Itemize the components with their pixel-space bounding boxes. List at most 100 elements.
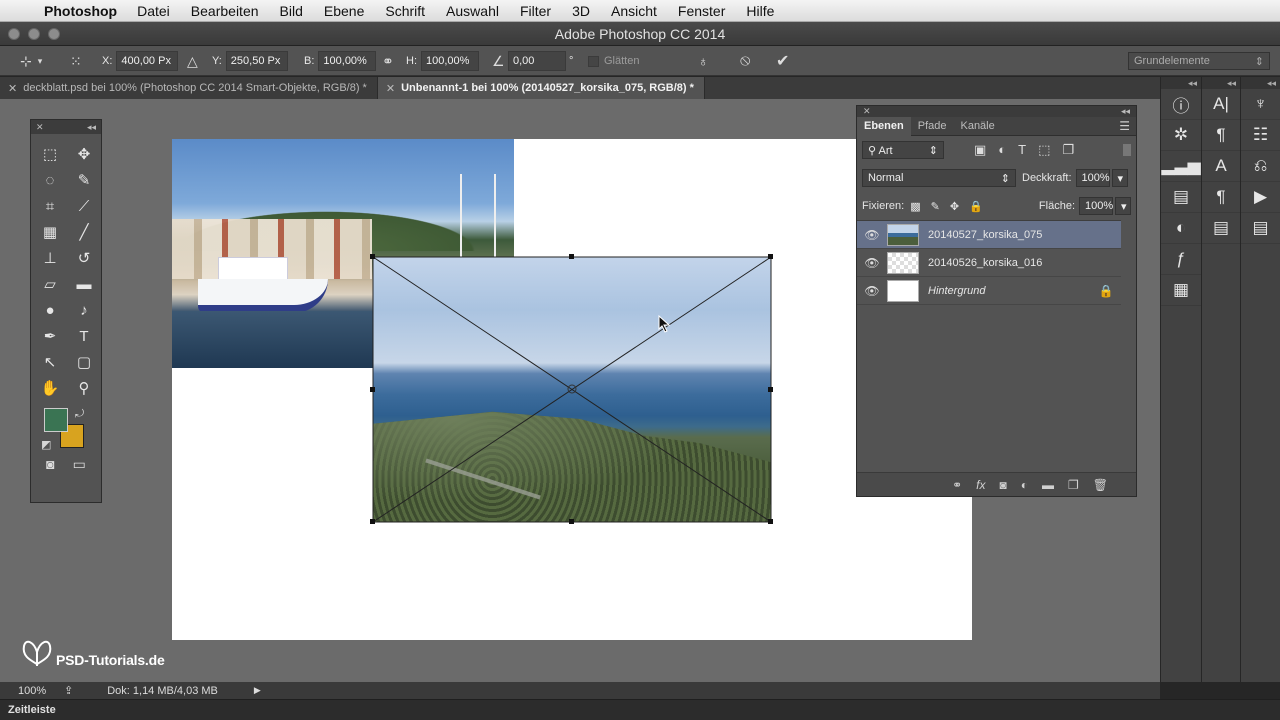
timeline-play-icon[interactable]: ▶: [1241, 182, 1280, 213]
visibility-eye-icon[interactable]: 👁: [857, 256, 887, 270]
healing-icon[interactable]: ▦: [35, 222, 65, 242]
zoom-level[interactable]: 100%: [18, 685, 60, 697]
tab-kanaele[interactable]: Kanäle: [953, 117, 1001, 136]
styles-icon[interactable]: ƒ: [1161, 244, 1201, 275]
filter-shape-icon[interactable]: ⬚: [1038, 142, 1050, 158]
reference-point-icon[interactable]: ⁙: [70, 46, 82, 76]
panel-menu-icon[interactable]: ☰: [1119, 119, 1136, 133]
menu-datei[interactable]: Datei: [137, 3, 170, 19]
lock-pixels-icon[interactable]: ✎: [931, 200, 940, 213]
close-panel-icon[interactable]: ✕: [36, 122, 44, 133]
tab-pfade[interactable]: Pfade: [911, 117, 954, 136]
link-layers-icon[interactable]: ⚭: [952, 478, 962, 492]
layer-row[interactable]: 👁 20140526_korsika_016: [857, 249, 1121, 277]
histogram-icon[interactable]: ▂▃▅: [1161, 151, 1201, 182]
cancel-transform-icon[interactable]: ⦸: [740, 46, 750, 76]
swatches-grid-icon[interactable]: ▦: [1161, 275, 1201, 306]
filter-smart-object-icon[interactable]: ❐: [1062, 142, 1074, 158]
opacity-field[interactable]: 100%: [1075, 169, 1110, 187]
paragraph-icon[interactable]: ¶: [1202, 120, 1240, 151]
brush-preset-icon[interactable]: ♆: [1241, 89, 1280, 120]
doc-tab-unbenannt[interactable]: ✕ Unbenannt-1 bei 100% (20140527_korsika…: [377, 77, 705, 99]
layer-comps-icon[interactable]: ▤: [1161, 182, 1201, 213]
collapse-panel-icon[interactable]: ◂◂: [1121, 106, 1130, 117]
layer-row[interactable]: 👁 20140527_korsika_075: [857, 221, 1121, 249]
status-menu-arrow-icon[interactable]: ▶: [254, 685, 261, 696]
filter-kind-select[interactable]: ⚲ Art ⇕: [862, 141, 944, 159]
pen-icon[interactable]: ✒: [35, 326, 65, 346]
link-icon[interactable]: ⚭: [382, 46, 394, 76]
brush-icon[interactable]: ╱: [69, 222, 99, 242]
lock-all-icon[interactable]: 🔒: [969, 200, 983, 213]
blend-mode-select[interactable]: Normal ⇕: [862, 169, 1016, 187]
share-icon[interactable]: ⇪: [64, 684, 73, 697]
blur-icon[interactable]: ●: [35, 300, 65, 320]
timeline-panel-bar[interactable]: Zeitleiste: [0, 699, 1280, 720]
path-select-icon[interactable]: ↖: [35, 352, 65, 372]
menu-schrift[interactable]: Schrift: [385, 3, 425, 19]
zoom-icon[interactable]: ⚲: [69, 378, 99, 398]
collapse-dock-icon[interactable]: ◂◂: [1161, 77, 1201, 89]
paragraph-styles-icon[interactable]: ¶: [1202, 182, 1240, 213]
eraser-icon[interactable]: ▱: [35, 274, 65, 294]
layer-name[interactable]: 20140526_korsika_016: [928, 257, 1121, 269]
move-icon[interactable]: ✥: [69, 144, 99, 164]
shape-icon[interactable]: ▢: [69, 352, 99, 372]
menu-auswahl[interactable]: Auswahl: [446, 3, 499, 19]
collapse-panel-icon[interactable]: ◂◂: [87, 122, 96, 133]
quick-mask-icon[interactable]: ◙: [46, 456, 54, 473]
filter-pixel-icon[interactable]: ▣: [974, 142, 986, 158]
character-icon[interactable]: A|: [1202, 89, 1240, 120]
menu-3d[interactable]: 3D: [572, 3, 590, 19]
delta-icon[interactable]: △: [187, 46, 198, 76]
new-group-icon[interactable]: ▬: [1042, 478, 1054, 492]
close-tab-icon[interactable]: ✕: [8, 82, 17, 95]
y-field[interactable]: 250,50 Px: [225, 51, 288, 71]
adjustment-layer-icon[interactable]: ◐: [1021, 478, 1028, 492]
eyedropper-icon[interactable]: ⟋: [69, 196, 99, 216]
menu-app-name[interactable]: Photoshop: [44, 3, 117, 19]
chevron-down-icon[interactable]: ▾: [1111, 169, 1128, 187]
smooth-checkbox[interactable]: [588, 55, 599, 67]
chevron-down-icon[interactable]: ▾: [1115, 197, 1131, 215]
visibility-eye-icon[interactable]: 👁: [857, 284, 887, 298]
angle-field[interactable]: 0,00: [508, 51, 566, 71]
add-mask-icon[interactable]: ◙: [1000, 478, 1007, 492]
height-field[interactable]: 100,00%: [421, 51, 479, 71]
marquee-icon[interactable]: ⬚: [35, 144, 65, 164]
minimize-window-button[interactable]: [28, 28, 40, 40]
delete-layer-icon[interactable]: 🗑: [1093, 478, 1108, 492]
new-layer-icon[interactable]: ❐: [1068, 478, 1079, 492]
menu-ansicht[interactable]: Ansicht: [611, 3, 657, 19]
layer-name[interactable]: 20140527_korsika_075: [928, 229, 1121, 241]
menu-bild[interactable]: Bild: [280, 3, 303, 19]
lasso-icon[interactable]: ◌: [35, 170, 65, 190]
gradient-icon[interactable]: ▬: [69, 274, 99, 294]
doc-tab-deckblatt[interactable]: ✕ deckblatt.psd bei 100% (Photoshop CC 2…: [0, 77, 378, 99]
lock-position-icon[interactable]: ✥: [950, 200, 959, 213]
layer-name[interactable]: Hintergrund: [928, 285, 1091, 297]
layer-row[interactable]: 👁 Hintergrund 🔒: [857, 277, 1121, 305]
visibility-eye-icon[interactable]: 👁: [857, 228, 887, 242]
lock-transparent-icon[interactable]: ▩: [910, 200, 920, 213]
type-icon[interactable]: T: [69, 326, 99, 346]
close-window-button[interactable]: [8, 28, 20, 40]
quick-select-icon[interactable]: ✎: [69, 170, 99, 190]
close-panel-icon[interactable]: ✕: [863, 106, 871, 117]
stamp-icon[interactable]: ⊥: [35, 248, 65, 268]
default-colors-icon[interactable]: ◩: [41, 438, 51, 451]
fill-field[interactable]: 100%: [1079, 197, 1113, 215]
history-brush-icon[interactable]: ↺: [69, 248, 99, 268]
properties-icon[interactable]: ☷: [1241, 120, 1280, 151]
workspace-select[interactable]: Grundelemente ⇕: [1128, 52, 1270, 70]
zoom-window-button[interactable]: [48, 28, 60, 40]
width-field[interactable]: 100,00%: [318, 51, 377, 71]
x-field[interactable]: 400,00 Px: [116, 51, 179, 71]
info-icon[interactable]: ⓘ: [1161, 89, 1201, 120]
close-tab-icon[interactable]: ✕: [386, 82, 395, 95]
swap-colors-icon[interactable]: ⤾: [75, 408, 84, 421]
tab-ebenen[interactable]: Ebenen: [857, 116, 911, 136]
foreground-color-swatch[interactable]: [44, 408, 68, 432]
filter-adjustment-icon[interactable]: ◐: [998, 142, 1006, 158]
menu-hilfe[interactable]: Hilfe: [746, 3, 774, 19]
